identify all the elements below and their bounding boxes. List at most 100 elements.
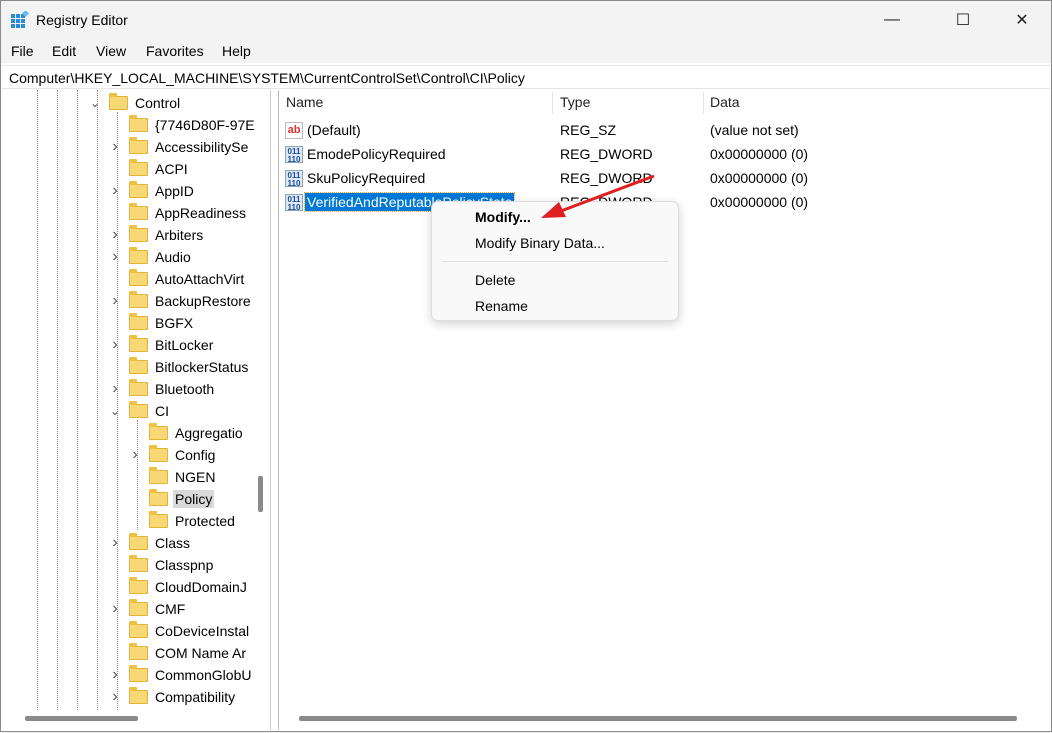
menu-item-modify[interactable]: Modify... <box>475 209 531 225</box>
chevron-down-icon[interactable]: ⌄ <box>89 96 101 110</box>
maximize-button[interactable]: ☐ <box>940 1 986 39</box>
tree-node[interactable]: ACPI <box>129 158 190 180</box>
column-header-data[interactable]: Data <box>710 94 740 110</box>
tree-node-label: Aggregatio <box>175 425 243 441</box>
chevron-right-icon[interactable]: › <box>109 534 121 552</box>
value-name: (Default) <box>307 122 361 138</box>
menu-help[interactable]: Help <box>222 43 251 59</box>
value-data: 0x00000000 (0) <box>710 170 809 186</box>
folder-icon <box>129 181 148 198</box>
folder-icon <box>129 291 148 308</box>
chevron-right-icon[interactable]: › <box>109 138 121 156</box>
folder-icon <box>129 335 148 352</box>
list-horizontal-scrollbar[interactable] <box>279 710 1051 727</box>
tree-node[interactable]: {7746D80F-97E <box>129 114 257 136</box>
folder-icon <box>129 533 148 550</box>
tree-node-label: BackupRestore <box>155 293 251 309</box>
values-list-pane[interactable]: Name Type Data ab (Default) REG_SZ (value n… <box>278 90 1051 730</box>
tree-node-label: Bluetooth <box>155 381 215 397</box>
value-row[interactable]: 011 110 EmodePolicyRequired REG_DWORD 0x000… <box>279 143 1052 165</box>
value-data: (value not set) <box>710 122 799 138</box>
tree-node[interactable]: ⌄ CI <box>110 400 171 422</box>
chevron-right-icon[interactable]: › <box>109 600 121 618</box>
menu-file[interactable]: File <box>11 43 34 59</box>
tree-node[interactable]: BitlockerStatus <box>129 356 250 378</box>
tree-node-label: Policy <box>173 490 215 508</box>
chevron-right-icon[interactable]: › <box>109 688 121 706</box>
tree-node[interactable]: COM Name Ar <box>129 642 248 664</box>
tree-node[interactable]: › Audio <box>112 246 193 268</box>
tree-node-label: Control <box>135 95 181 111</box>
tree-node[interactable]: BGFX <box>129 312 195 334</box>
tree-node[interactable]: › Config <box>132 444 217 466</box>
key-tree-pane[interactable]: ⌄ Control {7746D80F-97E › AccessibilitySe ACP… <box>3 90 271 730</box>
tree-node[interactable]: AppReadiness <box>129 202 248 224</box>
folder-icon <box>129 687 148 704</box>
folder-icon <box>129 269 148 286</box>
minimize-button[interactable]: — <box>869 1 915 39</box>
chevron-right-icon[interactable]: › <box>129 446 141 464</box>
menu-favorites[interactable]: Favorites <box>146 43 204 59</box>
context-menu: Modify... Modify Binary Data... Delete R… <box>431 201 679 321</box>
value-data: 0x00000000 (0) <box>710 146 809 162</box>
folder-icon <box>129 401 148 418</box>
list-hscroll-thumb[interactable] <box>299 716 1017 721</box>
close-button[interactable]: ✕ <box>999 1 1045 39</box>
column-header-type[interactable]: Type <box>560 94 590 110</box>
chevron-right-icon[interactable]: › <box>109 336 121 354</box>
tree-node[interactable]: NGEN <box>149 466 217 488</box>
registry-editor-icon <box>11 11 29 28</box>
menu-item-delete[interactable]: Delete <box>475 272 515 288</box>
menu-item-rename[interactable]: Rename <box>475 298 528 314</box>
tree-node[interactable]: › CMF <box>112 598 187 620</box>
value-type: REG_DWORD <box>560 170 653 186</box>
tree-hscroll-thumb[interactable] <box>25 716 138 721</box>
menu-item-modify-binary-data[interactable]: Modify Binary Data... <box>475 235 605 251</box>
tree-node[interactable]: Policy <box>149 488 215 510</box>
tree-node-label: {7746D80F-97E <box>155 117 255 133</box>
tree-node-label: Class <box>155 535 191 551</box>
tree-node[interactable]: › Arbiters <box>112 224 205 246</box>
value-data: 0x00000000 (0) <box>710 194 809 210</box>
chevron-right-icon[interactable]: › <box>109 380 121 398</box>
chevron-down-icon[interactable]: ⌄ <box>109 404 121 418</box>
chevron-right-icon[interactable]: › <box>109 292 121 310</box>
tree-node[interactable]: › AccessibilitySe <box>112 136 250 158</box>
folder-icon <box>129 159 148 176</box>
tree-node[interactable]: Protected <box>149 510 237 532</box>
tree-node[interactable]: CloudDomainJ <box>129 576 249 598</box>
tree-node[interactable]: › BitLocker <box>112 334 215 356</box>
folder-icon <box>129 247 148 264</box>
tree-node[interactable]: › Class <box>112 532 192 554</box>
tree-node[interactable]: ⌄ Control <box>90 92 182 114</box>
chevron-right-icon[interactable]: › <box>109 226 121 244</box>
tree-node[interactable]: CoDeviceInstal <box>129 620 251 642</box>
tree-node[interactable]: Aggregatio <box>149 422 245 444</box>
value-type: REG_DWORD <box>560 146 653 162</box>
registry-editor-window: Registry Editor — ☐ ✕ File Edit View Fav… <box>0 0 1052 732</box>
tree-horizontal-scrollbar[interactable] <box>3 710 253 727</box>
address-bar[interactable]: Computer\HKEY_LOCAL_MACHINE\SYSTEM\Curre… <box>2 65 1050 89</box>
tree-vertical-scrollbar[interactable] <box>253 90 270 710</box>
chevron-right-icon[interactable]: › <box>109 182 121 200</box>
tree-scroll-thumb[interactable] <box>258 476 263 512</box>
tree-node-label: AppReadiness <box>155 205 247 221</box>
menu-edit[interactable]: Edit <box>52 43 76 59</box>
tree-node[interactable]: › BackupRestore <box>112 290 253 312</box>
string-value-icon: ab <box>285 122 303 139</box>
window-title: Registry Editor <box>36 12 128 28</box>
tree-node-label: COM Name Ar <box>155 645 247 661</box>
tree-node[interactable]: › AppID <box>112 180 196 202</box>
chevron-right-icon[interactable]: › <box>109 666 121 684</box>
folder-icon <box>149 467 168 484</box>
value-row[interactable]: ab (Default) REG_SZ (value not set) <box>279 119 1052 141</box>
tree-node[interactable]: › Bluetooth <box>112 378 216 400</box>
tree-node[interactable]: AutoAttachVirt <box>129 268 246 290</box>
tree-node[interactable]: › Compatibility <box>112 686 237 708</box>
chevron-right-icon[interactable]: › <box>109 248 121 266</box>
column-header-name[interactable]: Name <box>286 94 323 110</box>
menu-view[interactable]: View <box>96 43 126 59</box>
tree-node[interactable]: › CommonGlobU <box>112 664 253 686</box>
value-row[interactable]: 011 110 SkuPolicyRequired REG_DWORD 0x00000… <box>279 167 1052 189</box>
tree-node[interactable]: Classpnp <box>129 554 215 576</box>
